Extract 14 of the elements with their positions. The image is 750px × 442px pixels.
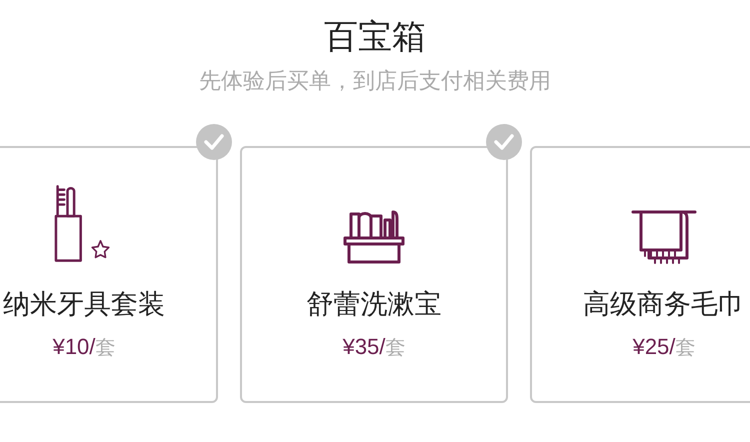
product-price: ¥25/ [632,333,676,361]
price-unit: 套 [675,336,696,361]
price-unit: 套 [385,336,406,361]
page-subtitle: 先体验后买单，到店后支付相关费用 [199,67,551,95]
price-unit: 套 [95,336,116,361]
product-card[interactable]: 舒蕾洗漱宝 ¥35/套 [240,146,508,403]
product-card[interactable]: 高级商务毛巾 ¥25/套 [530,146,750,403]
product-name: 舒蕾洗漱宝 [306,288,442,321]
product-name: 高级商务毛巾 [583,288,745,321]
product-name: 纳米牙具套装 [3,288,165,321]
product-card[interactable]: 纳米牙具套装 ¥10/套 [0,146,218,403]
page-title: 百宝箱 [324,17,426,58]
product-price: ¥35/ [342,333,386,361]
product-price: ¥10/ [52,333,96,361]
